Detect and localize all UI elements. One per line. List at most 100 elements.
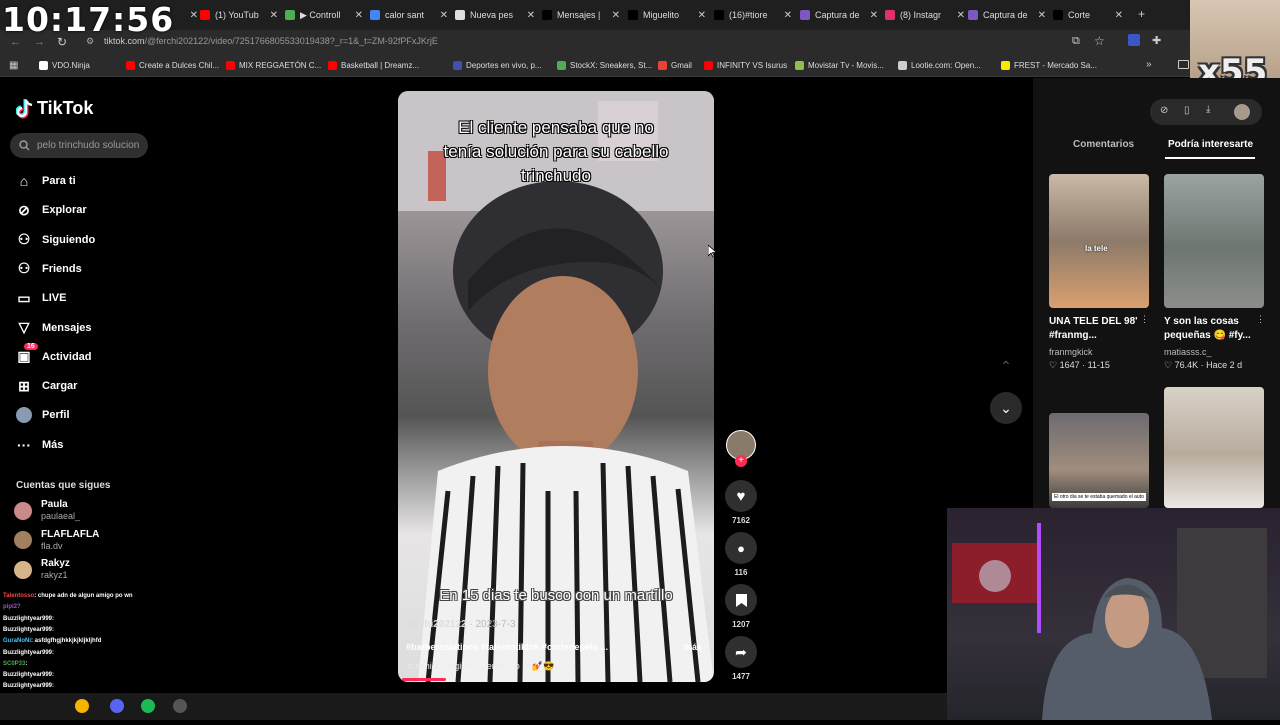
tiktok-logo[interactable]: TikTok bbox=[16, 98, 93, 119]
sidebar-item-siguiendo[interactable]: ⚇ Siguiendo bbox=[16, 231, 95, 248]
bookmark-item[interactable]: Basketball | Dreamz... bbox=[328, 61, 419, 70]
bookmark-item[interactable]: Create a Dulces Chil... bbox=[126, 61, 219, 70]
chat-message: Buzzlightyear999: bbox=[3, 627, 54, 633]
sidebar-item-explorar[interactable]: ⊘ Explorar bbox=[16, 202, 87, 218]
bookmark-star-icon[interactable]: ☆ bbox=[1094, 34, 1105, 48]
sidebar-item-perfil[interactable]: Perfil bbox=[16, 407, 70, 424]
close-tab-icon[interactable]: ✕ bbox=[1115, 10, 1123, 21]
sidebar-item-mensajes[interactable]: ▽ Mensajes bbox=[16, 319, 92, 336]
tab-podria-interesarte[interactable]: Podría interesarte bbox=[1168, 139, 1253, 150]
share-button[interactable]: ➦ 1477 bbox=[725, 636, 757, 681]
close-tab-icon[interactable]: ✕ bbox=[612, 10, 620, 21]
browser-tab[interactable]: (16)#tiore ✕ bbox=[714, 4, 792, 26]
browser-tab[interactable]: calor sant ✕ bbox=[370, 4, 448, 26]
spotify-icon[interactable] bbox=[141, 699, 155, 713]
recommended-user-2[interactable]: matiasss.c_ bbox=[1164, 347, 1212, 357]
browser-tab[interactable]: (8) Instagr ✕ bbox=[885, 4, 965, 26]
new-tab-icon[interactable]: + bbox=[1138, 7, 1145, 21]
close-tab-icon[interactable]: ✕ bbox=[190, 10, 198, 21]
activity-icon: ▣ bbox=[17, 348, 31, 365]
bookmark-item[interactable]: FREST - Mercado Sa... bbox=[1001, 61, 1097, 70]
recommended-thumb-2[interactable] bbox=[1164, 174, 1264, 308]
search-input[interactable]: pelo trinchudo solucion bbox=[10, 133, 148, 158]
close-tab-icon[interactable]: ✕ bbox=[527, 10, 535, 21]
bookmark-favicon-icon bbox=[1001, 61, 1010, 70]
browser-tab[interactable]: Mensajes | ✕ bbox=[542, 4, 620, 26]
close-tab-icon[interactable]: ✕ bbox=[270, 10, 278, 21]
chat-username: Buzzlightyear999 bbox=[3, 626, 53, 633]
bookmark-item[interactable]: INFINITY VS Isurus bbox=[704, 61, 787, 70]
browser-tab[interactable]: ▶ Controll ✕ bbox=[285, 4, 363, 26]
browser-tab[interactable]: Captura de ✕ bbox=[968, 4, 1046, 26]
bookmark-item[interactable]: VDO.Ninja bbox=[39, 61, 90, 70]
browser-tab[interactable]: Captura de ✕ bbox=[800, 4, 878, 26]
previous-video-button[interactable]: ⌃ bbox=[990, 350, 1022, 382]
sidebar-item-cargar[interactable]: ⊞ Cargar bbox=[16, 378, 77, 394]
browser-tab[interactable]: ✕ bbox=[186, 4, 198, 26]
extension-icon[interactable] bbox=[1128, 34, 1140, 46]
sidebar-item-label: LIVE bbox=[42, 292, 67, 305]
browser-tab[interactable]: (1) YouTub ✕ bbox=[200, 4, 278, 26]
tab-label: (1) YouTub bbox=[215, 10, 259, 20]
sidebar-item-ms[interactable]: ··· Más bbox=[16, 437, 63, 453]
more-bookmarks-icon[interactable]: » bbox=[1146, 59, 1152, 70]
browser-tab[interactable]: Nueva pes ✕ bbox=[455, 4, 535, 26]
chrome-icon[interactable] bbox=[75, 699, 89, 713]
sidebar-item-live[interactable]: ▭ LIVE bbox=[16, 290, 66, 306]
card-menu-icon[interactable]: ⋮ bbox=[1140, 314, 1149, 325]
sidebar-item-friends[interactable]: ⚇ Friends bbox=[16, 260, 82, 277]
bookmark-item[interactable]: StockX: Sneakers, St... bbox=[557, 61, 652, 70]
next-video-button[interactable]: ⌄ bbox=[990, 392, 1022, 424]
sidebar-item-parati[interactable]: ⌂ Para ti bbox=[16, 173, 76, 189]
bookmark-item[interactable]: MIX REGGAETÓN C... bbox=[226, 61, 321, 70]
recommended-thumb-4[interactable] bbox=[1164, 387, 1264, 508]
close-tab-icon[interactable]: ✕ bbox=[698, 10, 706, 21]
close-tab-icon[interactable]: ✕ bbox=[957, 10, 965, 21]
like-button[interactable]: ♥ 7162 bbox=[725, 480, 757, 525]
video-sound[interactable]: ♫ sonido original - Fernando us💅😎 bbox=[406, 661, 554, 672]
close-tab-icon[interactable]: ✕ bbox=[1038, 10, 1046, 21]
video-author[interactable]: ferchi202122 · 2023-7-3 bbox=[406, 619, 516, 630]
followed-account[interactable]: FLAFLAFLA fla.dv bbox=[14, 529, 99, 552]
video-hashtags[interactable]: #barberoslatinos #talentotiktok #cortede… bbox=[406, 642, 608, 652]
apps-grid-icon[interactable]: ▦ bbox=[9, 60, 18, 71]
more-link[interactable]: más bbox=[684, 642, 702, 652]
browser-tab[interactable]: Corte ✕ bbox=[1053, 4, 1123, 26]
browser-tab[interactable]: Miguelito ✕ bbox=[628, 4, 706, 26]
video-progress-bar[interactable] bbox=[402, 678, 446, 681]
follow-plus-icon[interactable]: + bbox=[735, 455, 747, 467]
install-app-icon[interactable]: ⧉ bbox=[1072, 35, 1080, 48]
following-header: Cuentas que sigues bbox=[16, 480, 111, 491]
thumb-overlay-text: El otro dia se te estaba quemado el auto bbox=[1052, 493, 1146, 501]
bookmark-item[interactable]: Lootie.com: Open... bbox=[898, 61, 981, 70]
close-tab-icon[interactable]: ✕ bbox=[440, 10, 448, 21]
bookmark-item[interactable]: Deportes en vivo, p... bbox=[453, 61, 542, 70]
download-icon[interactable]: ⤓ bbox=[1206, 104, 1210, 115]
user-avatar[interactable] bbox=[1234, 104, 1250, 120]
recommended-thumb-1[interactable]: la tele bbox=[1049, 174, 1149, 308]
mobile-icon[interactable]: ▯ bbox=[1184, 105, 1190, 116]
extensions-puzzle-icon[interactable]: ✚ bbox=[1152, 34, 1161, 47]
close-tab-icon[interactable]: ✕ bbox=[870, 10, 878, 21]
recommended-title-2[interactable]: Y son las cosas pequeñas 😋 #fy... bbox=[1164, 315, 1264, 343]
obs-icon[interactable] bbox=[173, 699, 187, 713]
bookmark-item[interactable]: Gmail bbox=[658, 61, 692, 70]
recommended-title-1[interactable]: UNA TELE DEL 98' #franmg... bbox=[1049, 315, 1149, 343]
comment-button[interactable]: ● 116 bbox=[725, 532, 757, 577]
bookmark-favicon-icon bbox=[795, 61, 804, 70]
save-button[interactable]: 1207 bbox=[725, 584, 757, 629]
card-menu-icon[interactable]: ⋮ bbox=[1256, 314, 1265, 325]
recommended-user-1[interactable]: franmgkick bbox=[1049, 347, 1093, 357]
folder-icon[interactable] bbox=[1178, 60, 1189, 69]
followed-account[interactable]: Paula paulaeal_ bbox=[14, 499, 80, 522]
close-tab-icon[interactable]: ✕ bbox=[784, 10, 792, 21]
recommended-thumb-3[interactable]: El otro dia se te estaba quemado el auto bbox=[1049, 413, 1149, 508]
discord-icon[interactable] bbox=[110, 699, 124, 713]
active-tab-indicator bbox=[1165, 157, 1255, 159]
sidebar-item-actividad[interactable]: ▣ Actividad 16 bbox=[16, 342, 92, 365]
bookmark-item[interactable]: Movistar Tv - Movis... bbox=[795, 61, 884, 70]
compass-small-icon[interactable]: ⊘ bbox=[1160, 105, 1168, 116]
close-tab-icon[interactable]: ✕ bbox=[355, 10, 363, 21]
tab-comentarios[interactable]: Comentarios bbox=[1073, 139, 1134, 150]
followed-account[interactable]: Rakyz rakyz1 bbox=[14, 558, 70, 581]
